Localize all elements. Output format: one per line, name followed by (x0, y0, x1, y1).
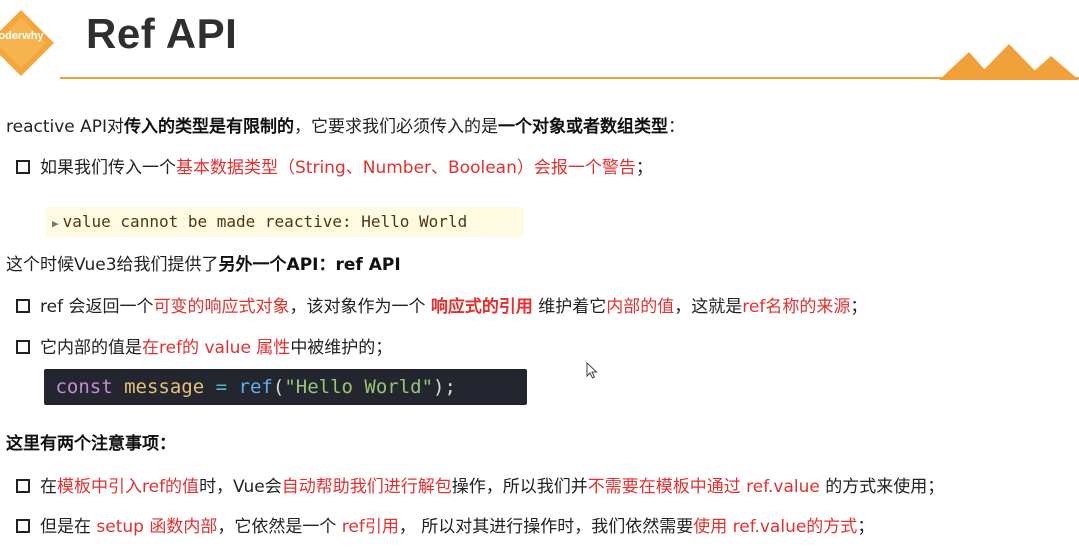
notes-heading: 这里有两个注意事项： (6, 434, 176, 454)
ref1-text-5: ； (850, 297, 868, 317)
square-bullet-icon (16, 518, 30, 533)
intro-bold-2: 一个对象或者数组类型 (498, 117, 669, 137)
list-item-ref-returns: ref 会返回一个可变的响应式对象，该对象作为一个 响应式的引用 维护着它内部的… (0, 295, 867, 319)
ref2-text-1: 它内部的值是 (40, 338, 142, 358)
note2-text-4: ； (857, 517, 875, 537)
warn-text-2: ； (635, 158, 653, 178)
provide-text-1: 这个时候Vue3给我们提供了 (6, 255, 219, 275)
ref2-red-1: 在ref的 value 属性 (142, 338, 291, 358)
note2-red-1: setup 函数内部 (96, 517, 218, 537)
coderwhy-logo (0, 8, 56, 78)
intro-text-1: reactive API对 (6, 117, 125, 137)
code-identifier: message (124, 376, 205, 398)
note2-red-2: ref引用 (341, 517, 399, 537)
note1-text-1: 在 (40, 477, 57, 497)
warn-red-1: 基本数据类型（String、Number、Boolean）会报一个警告 (176, 158, 636, 178)
code-paren-open: ( (272, 376, 285, 398)
code-function: ref (238, 376, 273, 398)
list-item-warning: 如果我们传入一个基本数据类型（String、Number、Boolean）会报一… (0, 156, 653, 180)
expand-triangle-icon[interactable]: ▶ (52, 217, 59, 230)
square-bullet-icon (16, 478, 30, 493)
square-bullet-icon (16, 298, 30, 313)
note2-text-2: ，它依然是一个 (217, 517, 342, 537)
square-bullet-icon (16, 159, 30, 174)
code-paren-close: ); (433, 376, 456, 398)
note1-text-2: 时，Vue会 (199, 477, 282, 497)
ref1-red-1: 可变的响应式对象 (153, 297, 290, 317)
ref1-text-4: ，这就是 (674, 297, 743, 317)
provide-line: 这个时候Vue3给我们提供了另外一个API：ref API (6, 253, 401, 277)
console-warning-text: value cannot be made reactive: Hello Wor… (62, 212, 468, 231)
console-warning: ▶ value cannot be made reactive: Hello Wo… (46, 207, 524, 237)
intro-bold-1: 传入的类型是有限制的 (124, 117, 295, 137)
square-bullet-icon (16, 339, 30, 354)
ref1-text-2: ，该对象作为一个 (289, 297, 431, 317)
intro-line: reactive API对传入的类型是有限制的，它要求我们必须传入的是一个对象或… (6, 115, 685, 139)
ref2-text-2: 中被维护的； (290, 338, 393, 358)
page-title: Ref API (86, 10, 238, 57)
code-keyword: const (55, 376, 113, 398)
note1-red-1: 模板中引入ref的值 (57, 477, 200, 497)
mountains-decoration (939, 44, 1079, 80)
note1-text-4: 的方式来使用； (819, 477, 945, 497)
list-item-note-setup: 但是在 setup 函数内部，它依然是一个 ref引用， 所以对其进行操作时，我… (0, 515, 874, 539)
ref1-red-3: ref名称的来源 (742, 297, 851, 317)
ref1-red-2: 内部的值 (606, 297, 675, 317)
ref1-text-3: 维护着它 (532, 297, 607, 317)
code-block: const message = ref("Hello World"); (44, 369, 527, 405)
intro-text-2: ，它要求我们必须传入的是 (294, 117, 499, 137)
code-operator: = (215, 376, 228, 398)
note1-text-3: 操作，所以我们并 (451, 477, 588, 497)
mouse-cursor-icon (586, 362, 598, 379)
note2-text-1: 但是在 (40, 517, 97, 537)
code-string: "Hello World" (284, 376, 434, 398)
provide-bold-1: 另外一个API：ref API (218, 255, 401, 275)
logo-text: oderwhy (0, 30, 44, 42)
intro-text-3: ： (668, 117, 686, 137)
note2-text-3: ， 所以对其进行操作时，我们依然需要 (398, 517, 694, 537)
note1-red-3: 不需要在模板中通过 ref.value (587, 477, 820, 497)
ref1-red-bold-1: 响应式的引用 (430, 297, 533, 317)
list-item-note-template: 在模板中引入ref的值时，Vue会自动帮助我们进行解包操作，所以我们并不需要在模… (0, 475, 944, 499)
warn-text-1: 如果我们传入一个 (40, 158, 176, 178)
note2-red-3: 使用 ref.value的方式 (693, 517, 858, 537)
ref1-text-1: ref 会返回一个 (40, 297, 154, 317)
header-divider (60, 77, 1079, 79)
list-item-ref-value: 它内部的值是在ref的 value 属性中被维护的； (0, 336, 392, 360)
note1-red-2: 自动帮助我们进行解包 (281, 477, 452, 497)
